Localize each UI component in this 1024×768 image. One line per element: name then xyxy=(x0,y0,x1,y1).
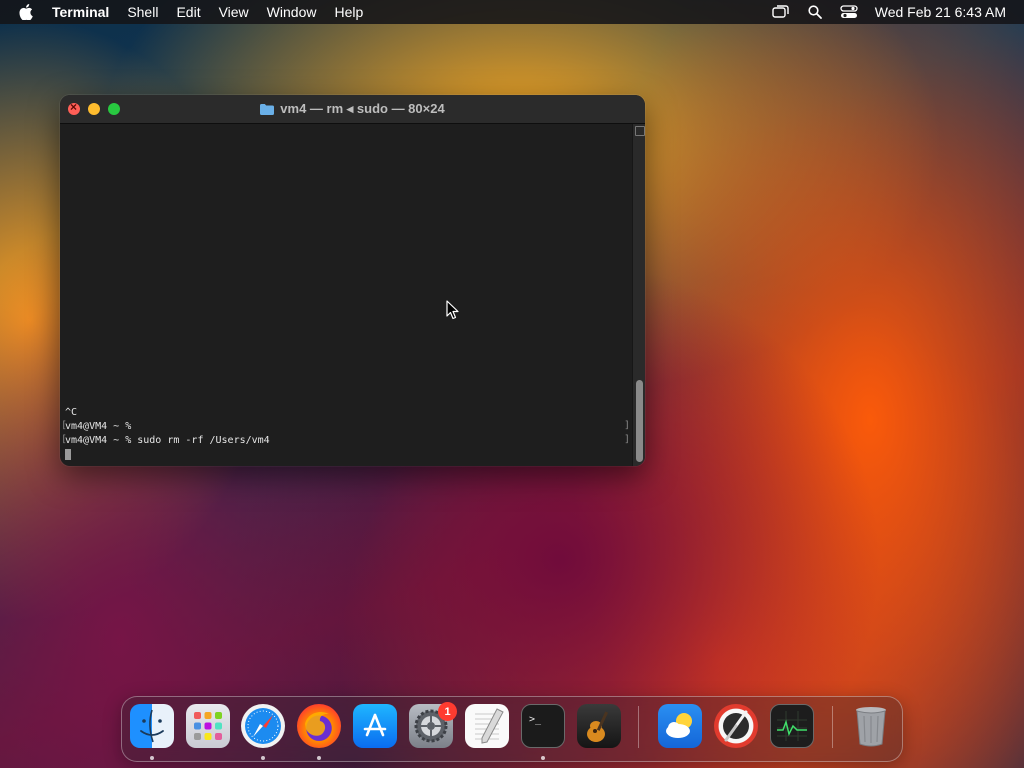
menu-window[interactable]: Window xyxy=(267,4,317,20)
spotlight-search-icon[interactable] xyxy=(805,4,825,20)
dock-firefox[interactable] xyxy=(297,704,341,748)
firefox-icon xyxy=(305,712,329,736)
menu-bar-clock[interactable]: Wed Feb 21 6:43 AM xyxy=(875,4,1006,20)
dock-app-store[interactable] xyxy=(353,704,397,748)
dock-safari[interactable] xyxy=(241,704,285,748)
scrollbar-thumb[interactable] xyxy=(636,380,643,462)
dock-launchpad[interactable] xyxy=(186,704,230,748)
garageband-icon xyxy=(587,711,609,742)
textedit-icon xyxy=(475,708,504,744)
activity-monitor-icon xyxy=(777,711,807,741)
mark-bracket-right: ] xyxy=(624,420,631,431)
menu-shell[interactable]: Shell xyxy=(127,4,158,20)
terminal-output-area[interactable]: ^C [ vm4@VM4 ~ % ] [ vm4@VM4 ~ % sudo rm… xyxy=(60,124,632,466)
finder-icon xyxy=(140,709,164,743)
running-indicator xyxy=(150,756,154,760)
screen-mirroring-icon[interactable] xyxy=(771,4,791,20)
dock-trash[interactable] xyxy=(849,704,893,748)
dock-finder[interactable] xyxy=(130,704,174,748)
dock-separator xyxy=(832,706,833,748)
terminal-window[interactable]: vm4 — rm ◂ sudo — 80×24 ^C [ vm4@VM4 ~ %… xyxy=(60,95,645,466)
vertical-scrollbar[interactable] xyxy=(632,124,645,466)
control-center-icon[interactable] xyxy=(839,4,859,20)
terminal-icon: >_ xyxy=(529,714,542,725)
dock-activity-monitor[interactable] xyxy=(770,704,814,748)
notification-badge: 1 xyxy=(438,702,457,721)
menu-app-terminal[interactable]: Terminal xyxy=(52,4,109,20)
dock-garageband[interactable] xyxy=(577,704,621,748)
trash-icon xyxy=(856,707,886,747)
terminal-line-prompt: vm4@VM4 ~ % xyxy=(65,421,132,432)
apple-menu-icon[interactable] xyxy=(16,4,36,20)
terminal-line-command: vm4@VM4 ~ % sudo rm -rf /Users/vm4 xyxy=(65,435,270,446)
dock: >_ xyxy=(121,696,903,762)
text-cursor xyxy=(65,449,71,460)
dock-terminal[interactable]: >_ xyxy=(521,704,565,748)
dock-weather[interactable] xyxy=(658,704,702,748)
launchpad-icon xyxy=(194,712,222,740)
weather-icon xyxy=(666,713,692,738)
menu-edit[interactable]: Edit xyxy=(176,4,200,20)
running-indicator xyxy=(317,756,321,760)
dock-separator xyxy=(638,706,639,748)
menu-bar-status-area: Wed Feb 21 6:43 AM xyxy=(771,4,1024,20)
menu-view[interactable]: View xyxy=(219,4,249,20)
mark-bracket-right: ] xyxy=(624,434,631,445)
menu-bar: Terminal Shell Edit View Window Help Wed… xyxy=(0,0,1024,24)
dock-instruments[interactable] xyxy=(714,704,758,748)
window-title: vm4 — rm ◂ sudo — 80×24 xyxy=(60,95,645,123)
terminal-line-interrupt: ^C xyxy=(65,407,78,418)
safari-icon xyxy=(245,708,281,744)
dock-textedit[interactable] xyxy=(465,704,509,748)
app-store-icon xyxy=(363,713,387,737)
running-indicator xyxy=(261,756,265,760)
window-title-text: vm4 — rm ◂ sudo — 80×24 xyxy=(280,101,445,116)
instruments-icon xyxy=(723,710,749,742)
svg-text:>_: >_ xyxy=(529,714,542,725)
mouse-pointer-icon xyxy=(446,300,459,320)
split-pane-icon[interactable] xyxy=(635,126,645,136)
folder-icon xyxy=(260,103,275,115)
running-indicator xyxy=(541,756,545,760)
window-title-bar[interactable]: vm4 — rm ◂ sudo — 80×24 xyxy=(60,95,645,124)
menu-help[interactable]: Help xyxy=(334,4,363,20)
